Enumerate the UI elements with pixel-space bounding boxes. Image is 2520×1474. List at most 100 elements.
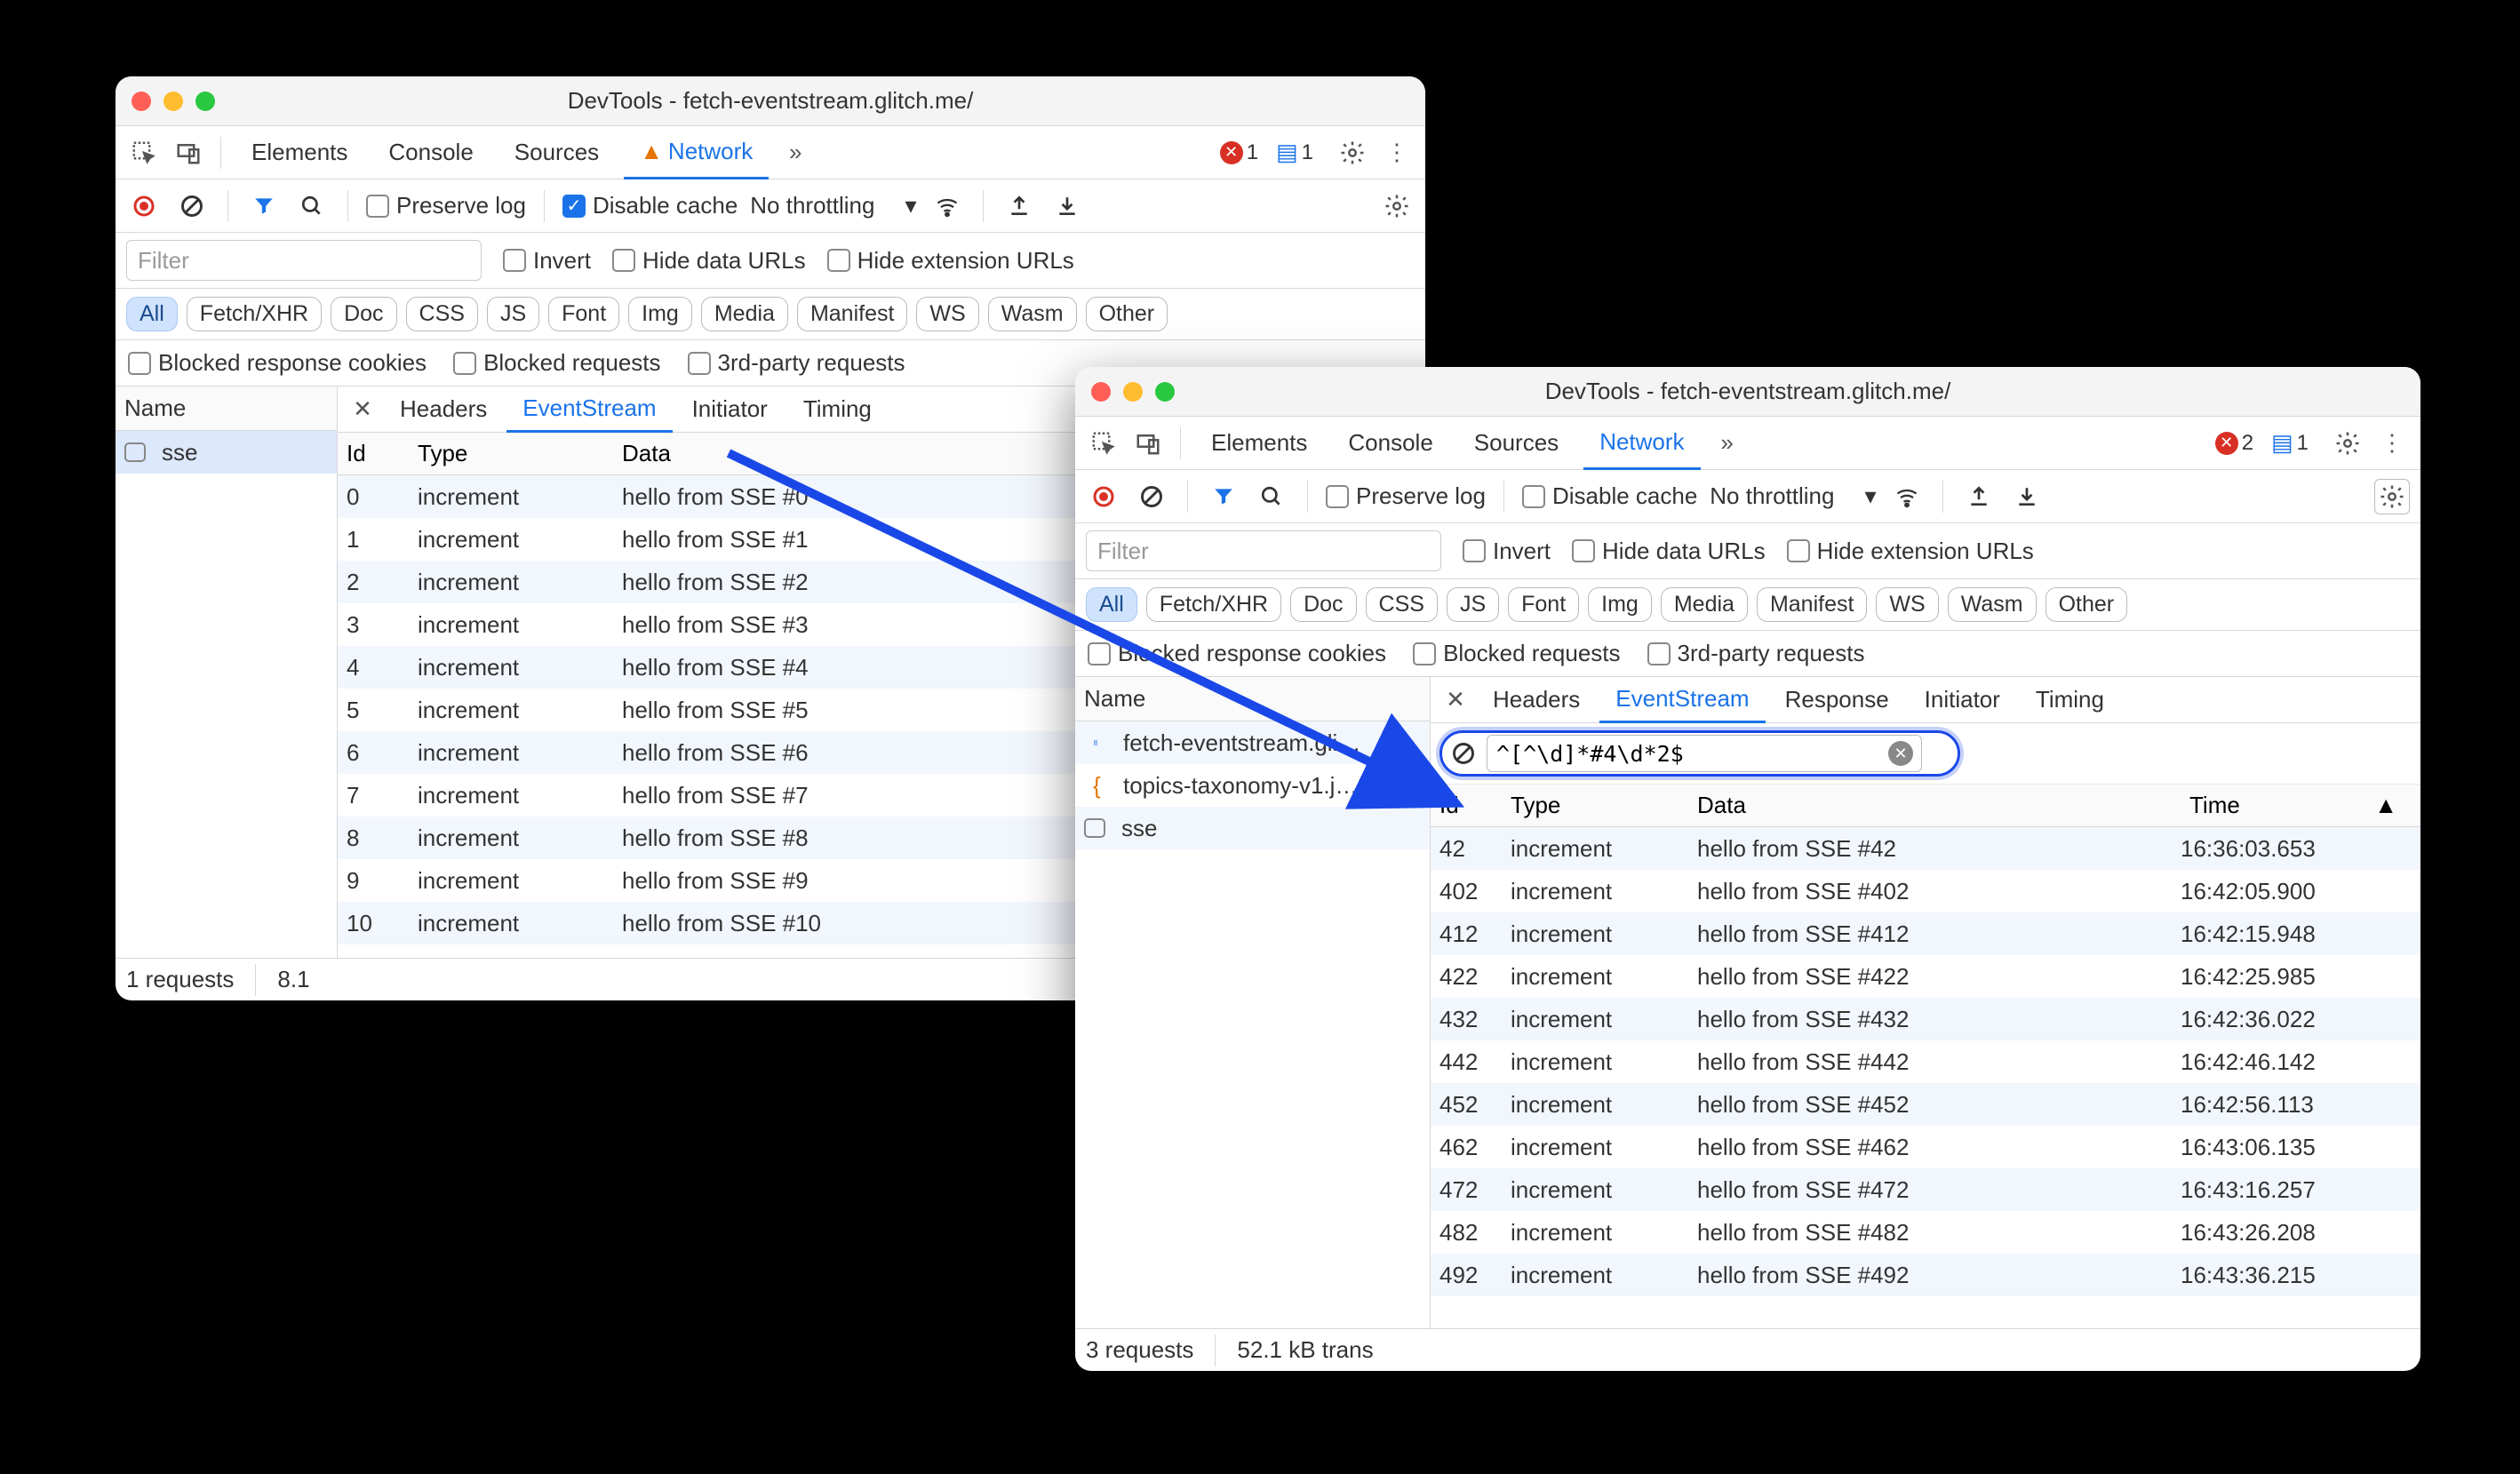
name-header[interactable]: Name [1075, 677, 1430, 721]
chip-css[interactable]: CSS [1366, 587, 1438, 622]
tab-initiator[interactable]: Initiator [676, 386, 784, 433]
event-row[interactable]: 462incrementhello from SSE #46216:43:06.… [1431, 1126, 2420, 1168]
chip-fetch[interactable]: Fetch/XHR [187, 297, 322, 331]
kebab-icon[interactable]: ⋮ [2374, 426, 2410, 461]
event-row[interactable]: 472incrementhello from SSE #47216:43:16.… [1431, 1168, 2420, 1211]
col-time[interactable]: Time▲ [2172, 792, 2420, 819]
settings-icon[interactable] [2330, 426, 2365, 461]
chip-fetch[interactable]: Fetch/XHR [1146, 587, 1281, 622]
chip-css[interactable]: CSS [406, 297, 478, 331]
chip-other[interactable]: Other [2046, 587, 2128, 622]
titlebar[interactable]: DevTools - fetch-eventstream.glitch.me/ [1075, 367, 2420, 417]
request-row[interactable]: sse [1075, 807, 1430, 849]
col-id[interactable]: Id [338, 440, 409, 467]
invert-checkbox[interactable]: Invert [1463, 538, 1551, 565]
error-badge[interactable]: ✕2 [2215, 431, 2253, 456]
name-header[interactable]: Name [116, 386, 337, 431]
error-badge[interactable]: ✕1 [1220, 140, 1258, 165]
tab-network[interactable]: ▲Network [624, 126, 769, 179]
hide-extension-urls-checkbox[interactable]: Hide extension URLs [827, 247, 1074, 275]
more-tabs-icon[interactable]: » [778, 135, 813, 171]
tab-headers[interactable]: Headers [1477, 677, 1596, 723]
invert-checkbox[interactable]: Invert [503, 247, 591, 275]
col-id[interactable]: Id [1431, 792, 1502, 819]
tab-response[interactable]: Response [1769, 677, 1905, 723]
tab-timing[interactable]: Timing [2020, 677, 2120, 723]
request-row[interactable]: { }topics-taxonomy-v1.j… [1075, 764, 1430, 807]
event-row[interactable]: 402incrementhello from SSE #40216:42:05.… [1431, 870, 2420, 912]
tab-network[interactable]: Network [1583, 417, 1700, 470]
chip-font[interactable]: Font [548, 297, 619, 331]
download-icon[interactable] [1049, 188, 1085, 224]
clear-icon[interactable] [1446, 736, 1481, 771]
col-type[interactable]: Type [1502, 792, 1688, 819]
info-badge[interactable]: ▤1 [2271, 429, 2309, 457]
col-type[interactable]: Type [409, 440, 613, 467]
event-row[interactable]: 442incrementhello from SSE #44216:42:46.… [1431, 1040, 2420, 1083]
chip-manifest[interactable]: Manifest [797, 297, 907, 331]
tab-console[interactable]: Console [1332, 417, 1448, 470]
maximize-icon[interactable] [195, 92, 215, 111]
tab-eventstream[interactable]: EventStream [506, 386, 672, 433]
wifi-icon[interactable] [929, 188, 965, 224]
chip-wasm[interactable]: Wasm [1948, 587, 2037, 622]
chip-other[interactable]: Other [1086, 297, 1168, 331]
blocked-cookies-checkbox[interactable]: Blocked response cookies [128, 349, 427, 377]
blocked-requests-checkbox[interactable]: Blocked requests [1413, 640, 1620, 667]
clear-icon[interactable] [174, 188, 210, 224]
event-row[interactable]: 432incrementhello from SSE #43216:42:36.… [1431, 998, 2420, 1040]
wifi-icon[interactable] [1889, 479, 1925, 514]
tab-sources[interactable]: Sources [1458, 417, 1575, 470]
close-icon[interactable] [1091, 382, 1111, 402]
close-icon[interactable] [132, 92, 151, 111]
tab-eventstream[interactable]: EventStream [1599, 677, 1765, 723]
chip-ws[interactable]: WS [1876, 587, 1938, 622]
tab-sources[interactable]: Sources [498, 126, 615, 179]
col-data[interactable]: Data [1688, 792, 2172, 819]
hide-data-urls-checkbox[interactable]: Hide data URLs [1572, 538, 1766, 565]
record-icon[interactable] [1086, 479, 1121, 514]
close-detail-icon[interactable]: ✕ [1438, 682, 1473, 718]
preserve-log-checkbox[interactable]: Preserve log [366, 192, 526, 219]
event-row[interactable]: 482incrementhello from SSE #48216:43:26.… [1431, 1211, 2420, 1254]
chip-all[interactable]: All [126, 297, 178, 331]
blocked-requests-checkbox[interactable]: Blocked requests [453, 349, 660, 377]
chip-js[interactable]: JS [487, 297, 539, 331]
disable-cache-checkbox[interactable]: Disable cache [1522, 482, 1697, 510]
chip-media[interactable]: Media [701, 297, 788, 331]
chip-img[interactable]: Img [628, 297, 692, 331]
inspect-icon[interactable] [1086, 426, 1121, 461]
event-row[interactable]: 422incrementhello from SSE #42216:42:25.… [1431, 955, 2420, 998]
search-icon[interactable] [294, 188, 330, 224]
chip-font[interactable]: Font [1508, 587, 1579, 622]
clear-input-icon[interactable]: ✕ [1888, 741, 1913, 766]
tab-elements[interactable]: Elements [1195, 417, 1323, 470]
clear-icon[interactable] [1134, 479, 1169, 514]
filter-icon[interactable] [246, 188, 282, 224]
device-icon[interactable] [1130, 426, 1166, 461]
minimize-icon[interactable] [163, 92, 183, 111]
event-row[interactable]: 412incrementhello from SSE #41216:42:15.… [1431, 912, 2420, 955]
preserve-log-checkbox[interactable]: Preserve log [1326, 482, 1486, 510]
network-settings-icon[interactable] [2374, 479, 2410, 514]
filter-icon[interactable] [1206, 479, 1241, 514]
chip-media[interactable]: Media [1661, 587, 1748, 622]
minimize-icon[interactable] [1123, 382, 1143, 402]
eventstream-regex-input[interactable] [1487, 735, 1922, 772]
titlebar[interactable]: DevTools - fetch-eventstream.glitch.me/ [116, 76, 1425, 126]
tab-headers[interactable]: Headers [384, 386, 503, 433]
chip-ws[interactable]: WS [916, 297, 978, 331]
request-row[interactable]: sse [116, 431, 337, 474]
third-party-checkbox[interactable]: 3rd-party requests [1647, 640, 1865, 667]
chip-doc[interactable]: Doc [331, 297, 396, 331]
chip-all[interactable]: All [1086, 587, 1137, 622]
chip-wasm[interactable]: Wasm [988, 297, 1077, 331]
device-icon[interactable] [171, 135, 206, 171]
hide-data-urls-checkbox[interactable]: Hide data URLs [612, 247, 806, 275]
filter-input[interactable]: Filter [126, 240, 482, 281]
throttling-select[interactable]: No throttling▾ [1710, 482, 1876, 510]
record-icon[interactable] [126, 188, 162, 224]
download-icon[interactable] [2009, 479, 2045, 514]
tab-console[interactable]: Console [372, 126, 489, 179]
hide-extension-urls-checkbox[interactable]: Hide extension URLs [1787, 538, 2034, 565]
